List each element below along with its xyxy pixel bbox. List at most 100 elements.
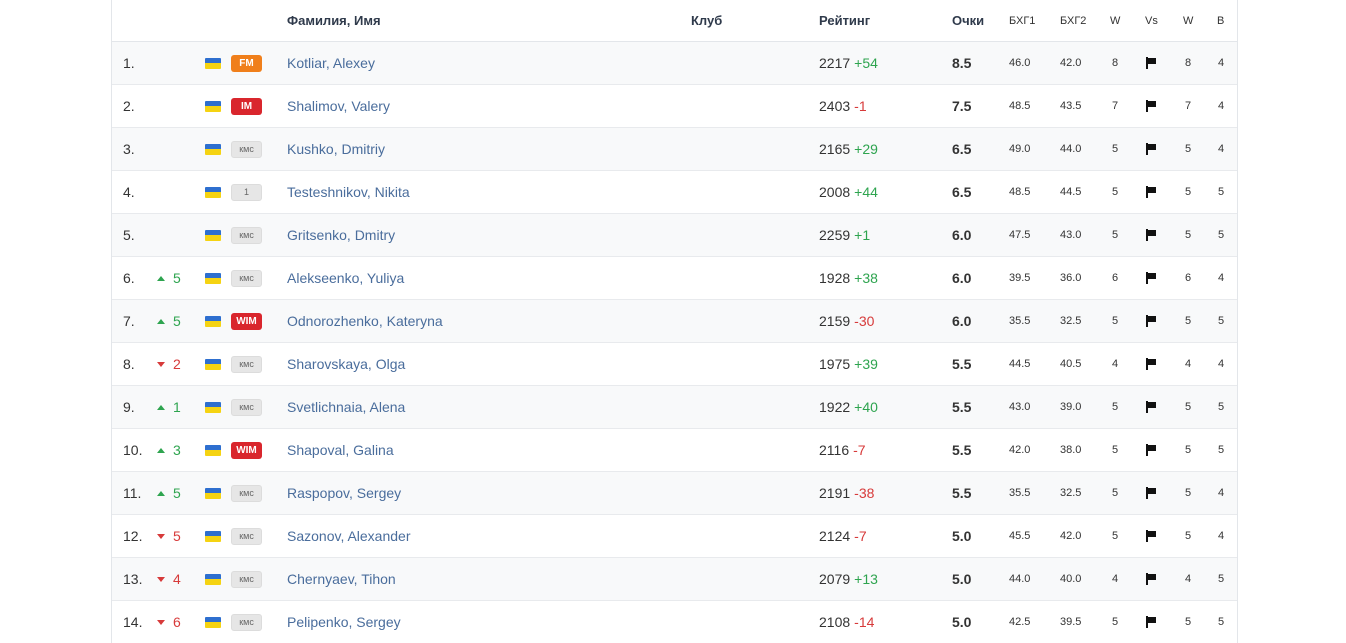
- vs-cell: [1145, 257, 1157, 299]
- title-badge: WIM: [231, 441, 262, 459]
- vs-cell: [1145, 386, 1157, 428]
- arrow-down-icon: [157, 576, 165, 582]
- player-name-cell: Svetlichnaia, Alena: [287, 386, 405, 428]
- player-name-cell: Raspopov, Sergey: [287, 472, 401, 514]
- wins-2: 5: [1184, 530, 1192, 542]
- player-link[interactable]: Alekseenko, Yuliya: [287, 270, 404, 286]
- title-badge: кмс: [231, 613, 262, 631]
- table-row: 11. 5 кмс Raspopov, Sergey 2191 -38 5.5 35.5 32.…: [112, 472, 1237, 515]
- title-badge: кмс: [231, 484, 262, 502]
- black-games: 5: [1217, 573, 1225, 585]
- rating-delta: +38: [854, 270, 878, 286]
- place: 13.: [123, 571, 143, 587]
- arrow-down-icon: [157, 619, 165, 625]
- player-link[interactable]: Shalimov, Valery: [287, 98, 390, 114]
- buchholz-2: 38.0: [1060, 444, 1082, 456]
- header-bh1[interactable]: БХГ1: [1009, 0, 1035, 41]
- flag-icon: [1145, 315, 1157, 327]
- flag-icon: [1145, 186, 1157, 198]
- wins-2: 5: [1184, 401, 1192, 413]
- wins-2: 7: [1184, 100, 1192, 112]
- table-row: 14. 6 кмс Pelipenko, Sergey 2108 -14 5.0 42.5 39…: [112, 601, 1237, 643]
- player-link[interactable]: Kushko, Dmitriy: [287, 141, 385, 157]
- buchholz-2: 43.0: [1060, 229, 1082, 241]
- rating-value: 2217: [819, 55, 851, 71]
- player-link[interactable]: Odnorozhenko, Kateryna: [287, 313, 443, 329]
- header-rating[interactable]: Рейтинг: [819, 0, 870, 41]
- place: 2.: [123, 98, 135, 114]
- title-cell: кмс: [231, 257, 262, 299]
- player-link[interactable]: Chernyaev, Tihon: [287, 571, 396, 587]
- buchholz-2: 32.5: [1060, 315, 1082, 327]
- vs-cell: [1145, 300, 1157, 342]
- header-club[interactable]: Клуб: [691, 0, 722, 41]
- header-vs[interactable]: Vs: [1145, 0, 1158, 41]
- flag-icon: [1145, 229, 1157, 241]
- rating-value: 2116: [819, 442, 850, 458]
- wins-2: 5: [1184, 616, 1192, 628]
- title-badge: IM: [231, 97, 262, 115]
- player-link[interactable]: Testeshnikov, Nikita: [287, 184, 410, 200]
- buchholz-1: 44.5: [1009, 358, 1031, 370]
- player-link[interactable]: Pelipenko, Sergey: [287, 614, 401, 630]
- rating-delta: -7: [854, 528, 867, 544]
- header-black[interactable]: B: [1217, 0, 1224, 41]
- buchholz-2: 44.0: [1060, 143, 1082, 155]
- player-link[interactable]: Sazonov, Alexander: [287, 528, 411, 544]
- player-link[interactable]: Shapoval, Galina: [287, 442, 394, 458]
- vs-cell: [1145, 515, 1157, 557]
- rating-cell: 2403 -1: [819, 85, 867, 127]
- rating-value: 2159: [819, 313, 851, 329]
- vs-cell: [1145, 171, 1157, 213]
- buchholz-2: 32.5: [1060, 487, 1082, 499]
- player-name-cell: Chernyaev, Tihon: [287, 558, 396, 600]
- vs-cell: [1145, 429, 1157, 471]
- flag-icon: [1145, 573, 1157, 585]
- ukraine-flag-icon: [205, 186, 221, 198]
- wins-2: 5: [1184, 444, 1192, 456]
- title-cell: WIM: [231, 429, 262, 471]
- buchholz-1: 39.5: [1009, 272, 1031, 284]
- points: 5.5: [952, 356, 972, 372]
- place: 12.: [123, 528, 143, 544]
- rank-change-value: 5: [173, 528, 181, 544]
- buchholz-2: 44.5: [1060, 186, 1082, 198]
- wins: 8: [1111, 57, 1119, 69]
- black-games: 5: [1217, 229, 1225, 241]
- header-wins-2[interactable]: W: [1183, 0, 1193, 41]
- title-badge: FM: [231, 54, 262, 72]
- player-link[interactable]: Svetlichnaia, Alena: [287, 399, 405, 415]
- header-name[interactable]: Фамилия, Имя: [287, 0, 381, 41]
- points: 5.0: [952, 571, 972, 587]
- player-link[interactable]: Kotliar, Alexey: [287, 55, 375, 71]
- rank-change-value: 5: [173, 313, 181, 329]
- vs-cell: [1145, 128, 1157, 170]
- rating-value: 1928: [819, 270, 851, 286]
- header-points[interactable]: Очки: [952, 0, 984, 41]
- header-wins[interactable]: W: [1110, 0, 1120, 41]
- player-link[interactable]: Gritsenko, Dmitry: [287, 227, 395, 243]
- rating-delta: -38: [854, 485, 875, 501]
- player-name-cell: Pelipenko, Sergey: [287, 601, 401, 643]
- rating-value: 2259: [819, 227, 851, 243]
- wins: 5: [1111, 616, 1119, 628]
- player-link[interactable]: Sharovskaya, Olga: [287, 356, 405, 372]
- wins: 5: [1111, 315, 1119, 327]
- ukraine-flag-icon: [205, 444, 221, 456]
- place: 1.: [123, 55, 135, 71]
- header-bh2[interactable]: БХГ2: [1060, 0, 1086, 41]
- table-row: 3. кмс Kushko, Dmitriy 2165 +29 6.5 49.0 44.0 5 5…: [112, 128, 1237, 171]
- title-badge: кмс: [231, 355, 262, 373]
- rank-change-value: 4: [173, 571, 181, 587]
- player-link[interactable]: Raspopov, Sergey: [287, 485, 401, 501]
- country-cell: [205, 601, 221, 643]
- rating-value: 2403: [819, 98, 851, 114]
- title-badge: кмс: [231, 527, 262, 545]
- rank-change-value: 5: [173, 485, 181, 501]
- standings-table: Фамилия, Имя Клуб Рейтинг Очки БХГ1 БХГ2…: [111, 0, 1238, 643]
- player-name-cell: Sharovskaya, Olga: [287, 343, 405, 385]
- title-cell: кмс: [231, 472, 262, 514]
- black-games: 4: [1217, 272, 1225, 284]
- points: 5.0: [952, 528, 972, 544]
- buchholz-2: 39.5: [1060, 616, 1082, 628]
